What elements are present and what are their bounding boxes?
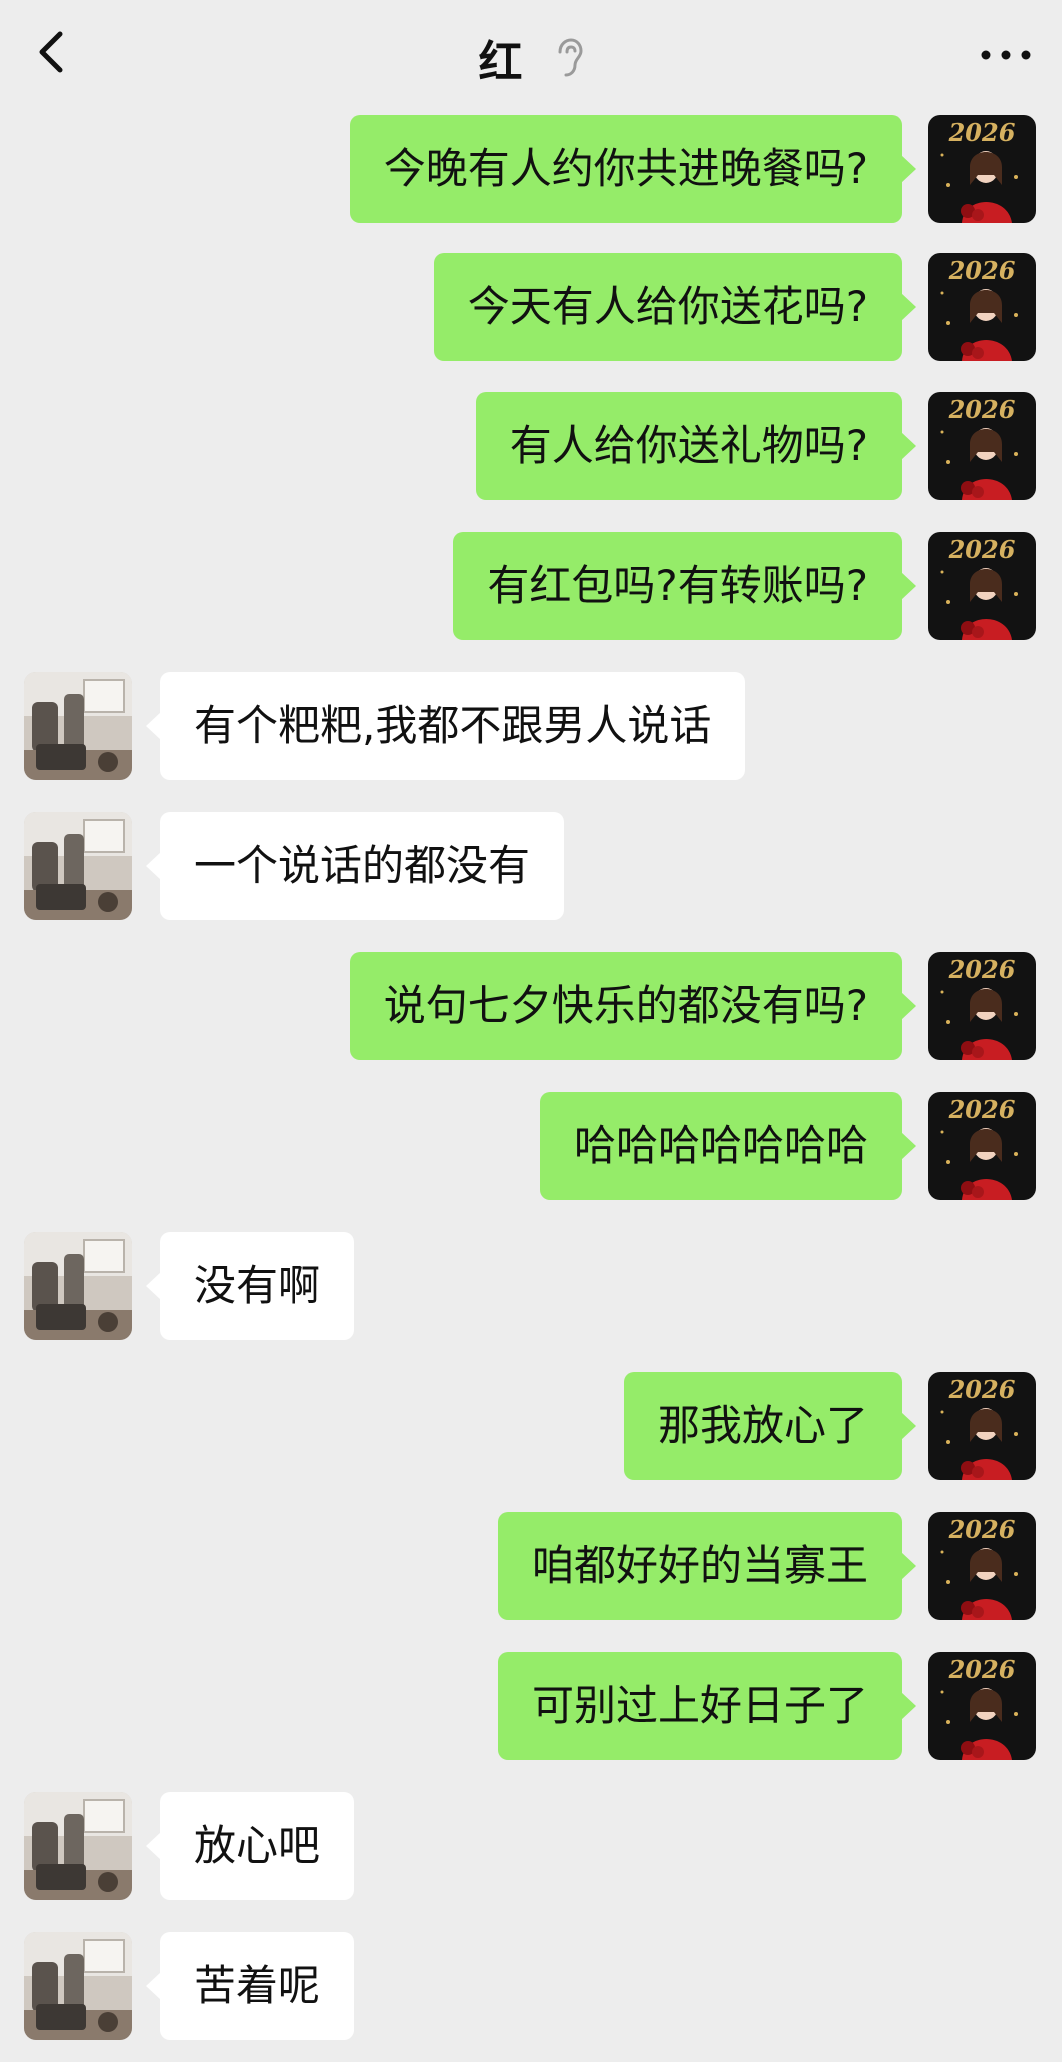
my-avatar[interactable]: 2026 bbox=[928, 115, 1036, 223]
avatar-image: 2026 bbox=[928, 1092, 1036, 1200]
chat-title-area: 红 bbox=[0, 26, 1062, 88]
avatar-image bbox=[24, 1932, 132, 2040]
my-avatar[interactable]: 2026 bbox=[928, 253, 1036, 361]
avatar-year-text: 2026 bbox=[948, 256, 1016, 285]
chat-title: 红 bbox=[478, 37, 523, 88]
my-message-bubble[interactable]: 咱都好好的当寡王 bbox=[497, 1512, 917, 1620]
avatar-year-text: 2026 bbox=[948, 1655, 1016, 1684]
avatar-year-text: 2026 bbox=[948, 1095, 1016, 1124]
message-list[interactable]: 今晚有人约你共进晚餐吗? 2026 今天有人给你送花吗? 2026 有人给你送礼… bbox=[0, 112, 1062, 2062]
my-avatar[interactable]: 2026 bbox=[928, 1092, 1036, 1200]
message-row: 今晚有人约你共进晚餐吗? 2026 bbox=[0, 115, 1062, 225]
avatar-year-text: 2026 bbox=[948, 118, 1016, 147]
contact-avatar[interactable] bbox=[24, 672, 132, 780]
my-avatar[interactable]: 2026 bbox=[928, 1512, 1036, 1620]
my-message-bubble[interactable]: 那我放心了 bbox=[623, 1372, 917, 1480]
message-row: 可别过上好日子了 2026 bbox=[0, 1652, 1062, 1762]
contact-avatar[interactable] bbox=[24, 1932, 132, 2040]
my-avatar[interactable]: 2026 bbox=[928, 532, 1036, 640]
avatar-image: 2026 bbox=[928, 532, 1036, 640]
message-row: 苦着呢 bbox=[0, 1932, 1062, 2042]
message-row: 今天有人给你送花吗? 2026 bbox=[0, 253, 1062, 363]
contact-avatar[interactable] bbox=[24, 812, 132, 920]
avatar-image bbox=[24, 672, 132, 780]
their-message-bubble[interactable]: 有个粑粑,我都不跟男人说话 bbox=[145, 672, 746, 780]
my-message-bubble[interactable]: 有人给你送礼物吗? bbox=[475, 392, 917, 500]
their-message-bubble[interactable]: 没有啊 bbox=[145, 1232, 355, 1340]
message-row: 咱都好好的当寡王 2026 bbox=[0, 1512, 1062, 1622]
message-row: 没有啊 bbox=[0, 1232, 1062, 1342]
avatar-image bbox=[24, 1232, 132, 1340]
message-row: 有个粑粑,我都不跟男人说话 bbox=[0, 672, 1062, 782]
message-row: 有红包吗?有转账吗? 2026 bbox=[0, 532, 1062, 642]
my-avatar[interactable]: 2026 bbox=[928, 952, 1036, 1060]
message-row: 哈哈哈哈哈哈哈 2026 bbox=[0, 1092, 1062, 1202]
more-options-button[interactable] bbox=[974, 30, 1038, 80]
their-message-bubble[interactable]: 一个说话的都没有 bbox=[145, 812, 565, 920]
my-avatar[interactable]: 2026 bbox=[928, 392, 1036, 500]
chat-header: 红 bbox=[0, 0, 1062, 112]
avatar-image bbox=[24, 1792, 132, 1900]
message-row: 放心吧 bbox=[0, 1792, 1062, 1902]
avatar-year-text: 2026 bbox=[948, 955, 1016, 984]
message-row: 有人给你送礼物吗? 2026 bbox=[0, 392, 1062, 502]
avatar-image: 2026 bbox=[928, 1372, 1036, 1480]
my-message-bubble[interactable]: 说句七夕快乐的都没有吗? bbox=[349, 952, 917, 1060]
contact-avatar[interactable] bbox=[24, 1792, 132, 1900]
my-avatar[interactable]: 2026 bbox=[928, 1372, 1036, 1480]
message-row: 那我放心了 2026 bbox=[0, 1372, 1062, 1482]
avatar-image: 2026 bbox=[928, 115, 1036, 223]
their-message-bubble[interactable]: 放心吧 bbox=[145, 1792, 355, 1900]
their-message-bubble[interactable]: 苦着呢 bbox=[145, 1932, 355, 2040]
my-message-bubble[interactable]: 可别过上好日子了 bbox=[497, 1652, 917, 1760]
contact-avatar[interactable] bbox=[24, 1232, 132, 1340]
avatar-image: 2026 bbox=[928, 1512, 1036, 1620]
avatar-year-text: 2026 bbox=[948, 1515, 1016, 1544]
my-message-bubble[interactable]: 今天有人给你送花吗? bbox=[433, 253, 917, 361]
message-row: 说句七夕快乐的都没有吗? 2026 bbox=[0, 952, 1062, 1062]
avatar-image: 2026 bbox=[928, 392, 1036, 500]
avatar-year-text: 2026 bbox=[948, 395, 1016, 424]
my-message-bubble[interactable]: 哈哈哈哈哈哈哈 bbox=[539, 1092, 917, 1200]
avatar-year-text: 2026 bbox=[948, 535, 1016, 564]
my-message-bubble[interactable]: 有红包吗?有转账吗? bbox=[453, 532, 916, 640]
avatar-image: 2026 bbox=[928, 1652, 1036, 1760]
avatar-image bbox=[24, 812, 132, 920]
message-row: 一个说话的都没有 bbox=[0, 812, 1062, 922]
ear-icon bbox=[558, 38, 583, 77]
my-message-bubble[interactable]: 今晚有人约你共进晚餐吗? bbox=[349, 115, 917, 223]
avatar-image: 2026 bbox=[928, 253, 1036, 361]
avatar-year-text: 2026 bbox=[948, 1375, 1016, 1404]
more-dots-icon bbox=[981, 50, 1031, 60]
avatar-image: 2026 bbox=[928, 952, 1036, 1060]
my-avatar[interactable]: 2026 bbox=[928, 1652, 1036, 1760]
